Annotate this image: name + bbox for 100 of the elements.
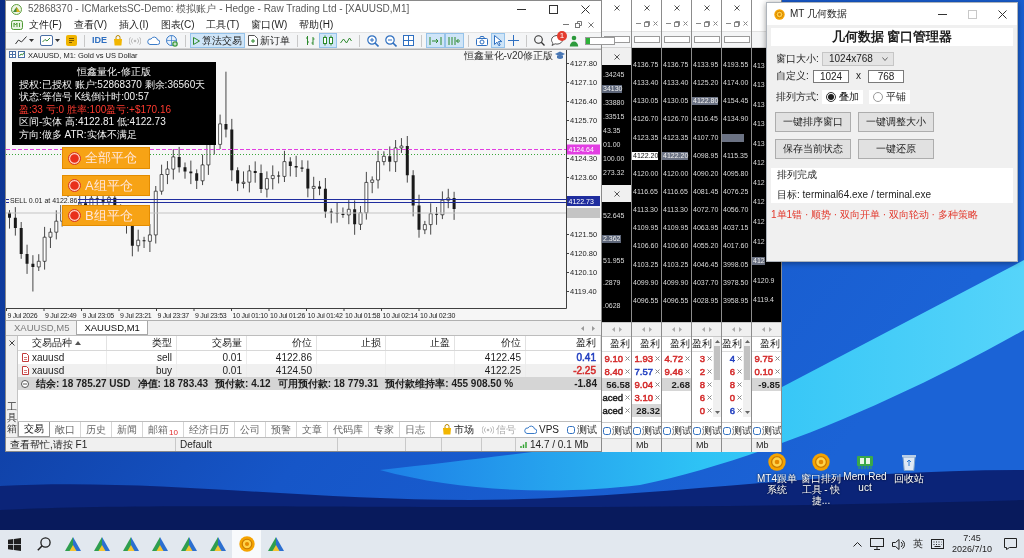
scroll-left-icon[interactable] (611, 327, 615, 332)
column-header[interactable]: 类型 (107, 336, 177, 350)
column-header[interactable]: 价位 (455, 336, 526, 350)
size-dropdown[interactable]: 1024x768 (822, 52, 894, 66)
action-button[interactable]: 保存当前状态 (775, 139, 851, 159)
column-header[interactable]: 价位 (247, 336, 317, 350)
input-mode-button[interactable]: 英 (909, 530, 927, 558)
chart-tab[interactable]: XAUUSD,M1 (76, 321, 148, 335)
messages-button[interactable]: 1 (548, 33, 566, 48)
scroll-left-icon[interactable] (581, 325, 584, 331)
column-header[interactable]: 盈利 (662, 337, 691, 352)
scrollbar-thumb[interactable] (744, 346, 750, 380)
tile-windows-button[interactable] (400, 33, 417, 48)
desktop-shortcut[interactable]: Mem Reduct (843, 453, 887, 506)
collapse-icon[interactable] (21, 379, 29, 388)
community-button[interactable] (163, 33, 181, 48)
scroll-left-icon[interactable] (671, 327, 675, 332)
close-icon[interactable] (733, 5, 740, 11)
speaker-icon[interactable] (892, 538, 905, 550)
scroll-right-icon[interactable] (678, 327, 682, 332)
keyboard-icon[interactable] (931, 539, 944, 549)
autoscroll-button[interactable] (426, 33, 445, 48)
action-button[interactable]: 一键排序窗口 (775, 112, 851, 132)
tester-tab[interactable]: 测试 (602, 422, 631, 438)
candlestick-button[interactable] (319, 33, 337, 48)
scroll-right-icon[interactable] (708, 327, 712, 332)
zoom-out-button[interactable] (382, 33, 400, 48)
terminal-tab[interactable]: 交易 (18, 422, 50, 437)
new-order-button[interactable]: 新订单 (245, 33, 293, 48)
close-icon[interactable] (8, 340, 15, 346)
height-input[interactable]: 768 (868, 69, 904, 83)
algo-trading-button[interactable]: 算法交易 (190, 33, 245, 48)
chart-tab[interactable]: XAUUSD,M5 (7, 321, 77, 335)
menu-item[interactable]: 插入(I) (113, 17, 155, 32)
ide-button[interactable]: IDE (89, 33, 110, 48)
minimize-icon[interactable] (725, 23, 731, 24)
restore-icon[interactable] (643, 20, 650, 27)
close-icon[interactable] (613, 53, 620, 60)
close-icon[interactable] (613, 5, 620, 11)
network-icon[interactable] (870, 538, 884, 550)
desktop-shortcut[interactable]: MT4跟单系统 (755, 453, 799, 506)
minimize-icon[interactable] (695, 23, 701, 24)
notification-icon[interactable] (1003, 538, 1017, 550)
restore-icon[interactable] (673, 20, 680, 27)
market-button[interactable]: 市场 (438, 423, 478, 436)
desktop-shortcut[interactable]: 窗口排列工具 - 快捷... (799, 453, 843, 506)
radio-option[interactable]: 叠加 (822, 90, 863, 104)
menu-item[interactable]: 帮助(H) (293, 17, 340, 32)
scroll-right-icon[interactable] (768, 327, 772, 332)
template-button[interactable] (37, 33, 63, 48)
column-header[interactable]: 止盈 (386, 336, 455, 350)
chevron-up-icon[interactable] (853, 541, 862, 547)
market-button[interactable] (63, 33, 80, 48)
scroll-up-icon[interactable] (714, 340, 720, 343)
cursor-button[interactable] (491, 33, 505, 48)
column-header[interactable]: 盈利 (752, 337, 781, 352)
scroll-right-icon[interactable] (618, 327, 622, 332)
scroll-left-icon[interactable] (701, 327, 705, 332)
scrollbar-thumb[interactable] (714, 346, 720, 380)
scroll-right-icon[interactable] (592, 325, 595, 331)
crosshair-button[interactable] (505, 33, 522, 48)
width-input[interactable]: 1024 (813, 69, 849, 83)
scrollbar[interactable] (743, 337, 751, 417)
menu-item[interactable]: 图表(C) (154, 17, 201, 32)
close-icon[interactable] (673, 5, 680, 11)
minimize-icon[interactable] (635, 23, 641, 24)
column-header[interactable]: 交易量 (177, 336, 247, 350)
menu-item[interactable]: 文件(F) (23, 17, 68, 32)
scroll-left-icon[interactable] (761, 327, 765, 332)
column-header[interactable]: 盈利 (632, 337, 661, 352)
scrollbar[interactable] (713, 337, 721, 417)
scroll-left-icon[interactable] (641, 327, 645, 332)
screenshot-button[interactable] (473, 33, 491, 48)
action-button[interactable]: 一键还原 (858, 139, 934, 159)
tester-tab[interactable]: 测试 (692, 422, 721, 438)
restore-icon[interactable] (733, 20, 740, 27)
close-icon[interactable] (703, 5, 710, 11)
column-header[interactable]: 止损 (317, 336, 386, 350)
restore-icon[interactable] (575, 21, 582, 28)
radio-button[interactable] (826, 92, 836, 102)
vps-button[interactable]: VPS (520, 423, 563, 436)
menu-item[interactable]: 查看(V) (67, 17, 114, 32)
tester-tab[interactable]: 测试 (632, 422, 661, 438)
trade-row[interactable]: xauusd buy 0.01 4124.50 4122.25 -2.25 (18, 364, 601, 377)
scroll-left-icon[interactable] (731, 327, 735, 332)
close-icon[interactable] (613, 190, 620, 197)
radio-option[interactable]: 平铺 (869, 90, 910, 104)
column-header[interactable]: 盈利 (602, 337, 631, 352)
action-button[interactable]: 一键调整大小 (858, 112, 934, 132)
menu-item[interactable]: 工具(T) (200, 17, 246, 32)
desktop-shortcut[interactable]: 回收站 (887, 453, 931, 506)
tester-button[interactable]: 测试 (563, 423, 601, 436)
tester-tab[interactable]: 测试 (722, 422, 751, 438)
scroll-right-icon[interactable] (738, 327, 742, 332)
minimize-icon[interactable] (665, 23, 671, 24)
zoom-in-button[interactable] (364, 33, 382, 48)
vps-button[interactable] (144, 33, 163, 48)
taskbar-app[interactable] (232, 530, 261, 558)
tester-tab[interactable]: 测试 (752, 422, 781, 438)
column-header[interactable]: 盈利 (526, 336, 601, 350)
